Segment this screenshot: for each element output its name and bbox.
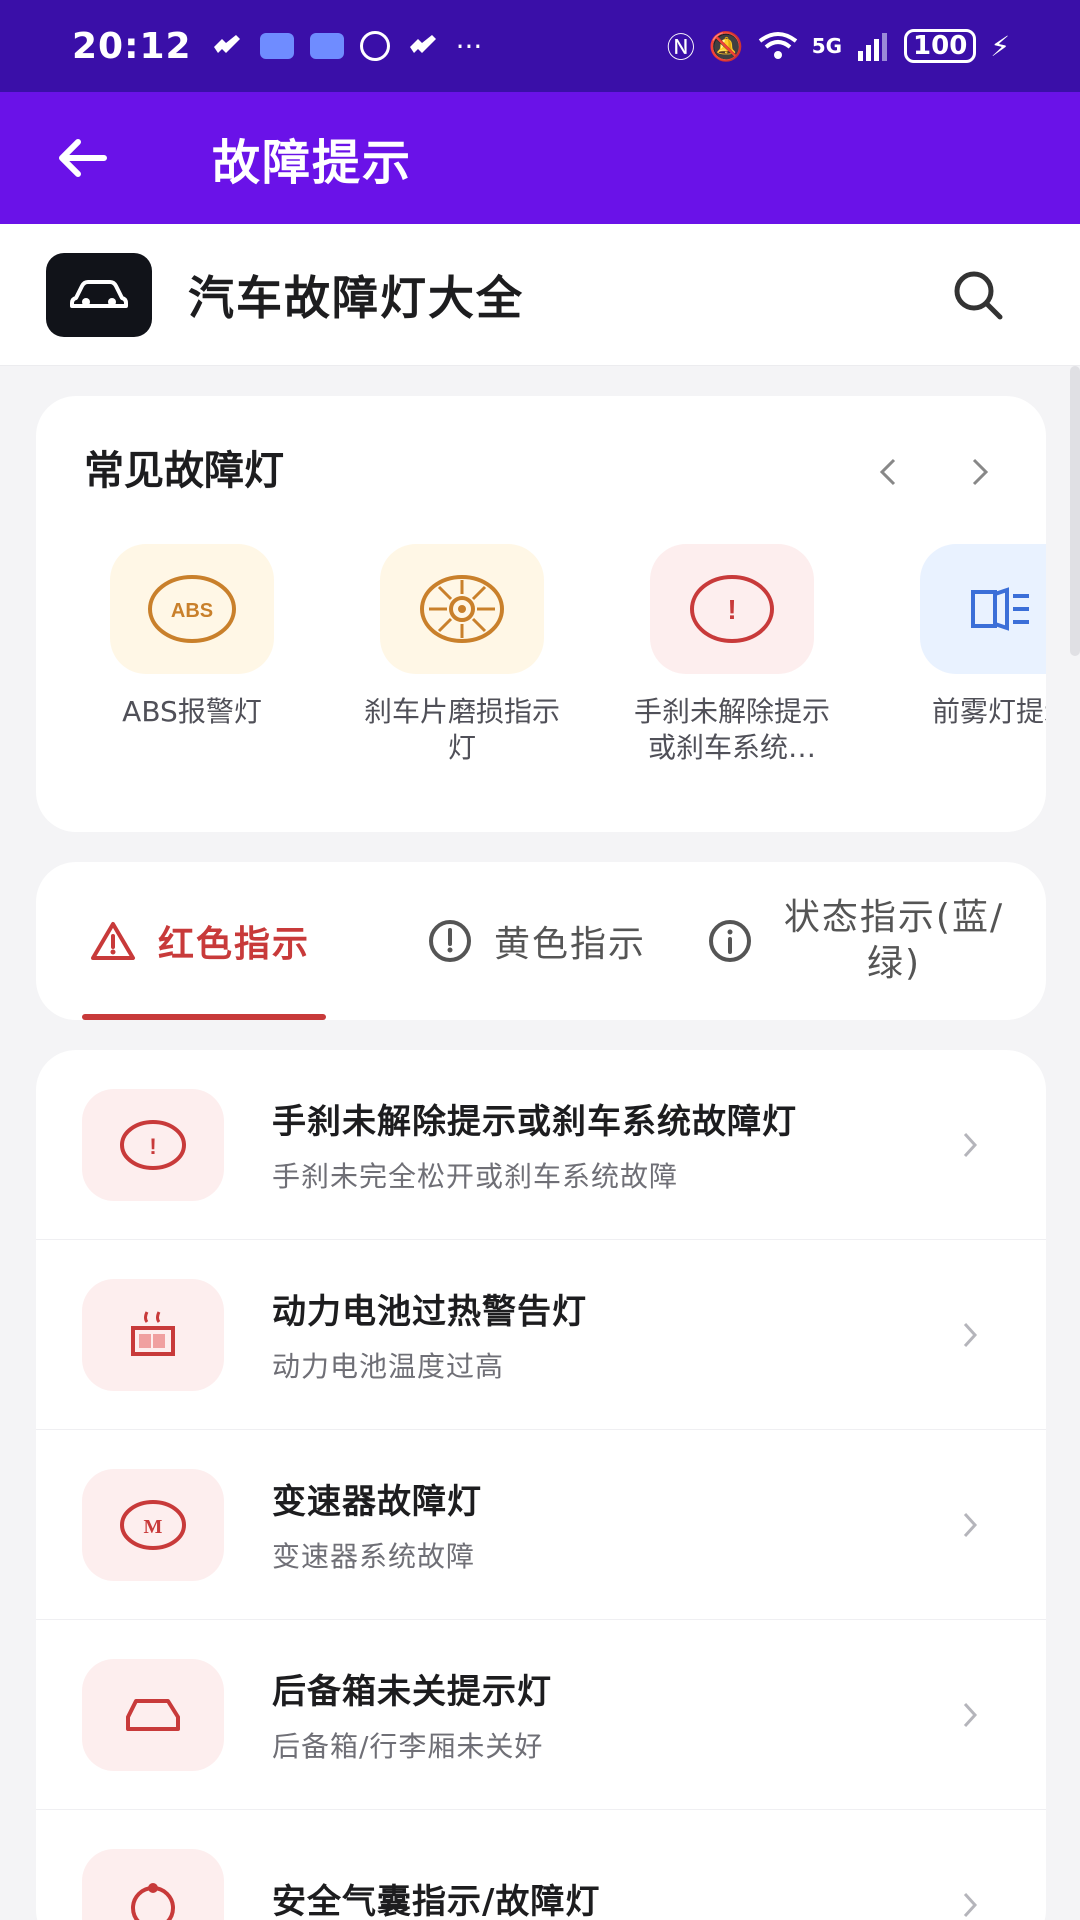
scrollbar[interactable]	[1070, 366, 1080, 656]
app-notification-icon	[409, 35, 436, 53]
chevron-right-icon	[950, 1885, 990, 1920]
fault-list: ! 手刹未解除提示或刹车系统故障灯 手刹未完全松开或刹车系统故障 动力电池过热警…	[36, 1050, 1046, 1920]
fault-icon-tile	[82, 1278, 224, 1391]
back-button[interactable]	[32, 108, 132, 208]
site-header: 汽车故障灯大全	[0, 224, 1080, 366]
trunk-icon	[126, 1698, 180, 1731]
tab-red[interactable]: 红色指示	[90, 862, 310, 1020]
message-icon	[309, 33, 344, 59]
search-icon	[954, 271, 1003, 319]
exclamation-circle-icon	[429, 920, 471, 962]
status-bar: 20:12 ··· Ⓝ 🔕 5G 100 ⚡	[0, 0, 1080, 92]
tab-label: 状态指示(蓝/绿)	[783, 897, 1005, 984]
warning-triangle-icon	[91, 922, 135, 960]
battery-indicator: 100	[904, 29, 977, 63]
abs-icon: ABS	[148, 575, 236, 643]
network-type: 5G	[811, 34, 843, 58]
common-item-label: 刹车片磨损指示灯	[363, 695, 560, 764]
list-item[interactable]: M 变速器故障灯 变速器系统故障	[36, 1430, 1046, 1620]
message-icon	[259, 33, 294, 59]
list-item[interactable]: 动力电池过热警告灯 动力电池温度过高	[36, 1240, 1046, 1430]
tab-label: 红色指示	[158, 924, 311, 965]
common-icon-tile	[920, 544, 1046, 674]
arrow-left-icon	[59, 139, 107, 177]
chevron-right-icon	[950, 1125, 990, 1165]
status-time: 20:12	[72, 25, 192, 67]
common-item-abs[interactable]: ABS ABS报警灯	[82, 544, 302, 766]
chevron-left-icon	[879, 458, 896, 486]
nfc-icon: Ⓝ	[666, 31, 695, 64]
common-icon-tile	[380, 544, 544, 674]
notification-icons: ···	[210, 29, 483, 63]
more-notifications-icon: ···	[455, 29, 483, 63]
svg-text:!: !	[149, 1134, 156, 1159]
common-faults-card: 常见故障灯 ABS ABS报警灯 刹车片磨损指示灯 ! 手刹未解除提示或刹车系统…	[36, 396, 1046, 832]
app-logo	[46, 252, 152, 337]
search-button[interactable]	[942, 259, 1014, 331]
tab-label: 黄色指示	[494, 924, 647, 965]
common-item-label: 前雾灯提示	[931, 695, 1046, 728]
airbag-icon	[131, 1882, 175, 1920]
wifi-icon	[758, 32, 797, 59]
chevron-right-icon	[950, 1695, 990, 1735]
tab-status[interactable]: 状态指示(蓝/绿)	[708, 862, 1014, 1020]
fault-description: 手刹未完全松开或刹车系统故障	[272, 1160, 679, 1193]
fault-icon-tile	[82, 1658, 224, 1771]
fault-title: 变速器故障灯	[272, 1482, 482, 1522]
fault-title: 后备箱未关提示灯	[272, 1672, 552, 1712]
page-title: 故障提示	[212, 135, 413, 191]
list-item[interactable]: 后备箱未关提示灯 后备箱/行李厢未关好	[36, 1620, 1046, 1810]
site-title: 汽车故障灯大全	[188, 270, 524, 325]
svg-text:!: !	[727, 594, 736, 625]
chevron-right-icon	[950, 1315, 990, 1355]
fault-title: 安全气囊指示/故障灯	[272, 1882, 601, 1920]
fog-light-icon	[971, 587, 1029, 631]
list-item[interactable]: 安全气囊指示/故障灯	[36, 1810, 1046, 1920]
svg-text:ABS: ABS	[171, 600, 213, 622]
brake-warning-icon: !	[120, 1119, 186, 1170]
common-item-label: 手刹未解除提示或刹车系统…	[633, 695, 830, 764]
app-notification-icon	[359, 31, 390, 61]
carousel-next-button[interactable]	[952, 444, 1008, 500]
tab-yellow[interactable]: 黄色指示	[428, 862, 646, 1020]
brake-warning-icon: !	[690, 575, 774, 643]
signal-icon	[858, 33, 888, 61]
battery-heat-icon	[131, 1310, 175, 1356]
fault-description: 后备箱/行李厢未关好	[272, 1730, 544, 1763]
fault-title: 动力电池过热警告灯	[272, 1292, 587, 1332]
common-icon-tile: ABS	[110, 544, 274, 674]
carousel-prev-button[interactable]	[860, 444, 916, 500]
fault-title: 手刹未解除提示或刹车系统故障灯	[272, 1102, 797, 1142]
common-item-brake-pad[interactable]: 刹车片磨损指示灯	[352, 544, 572, 766]
fault-icon-tile: M	[82, 1468, 224, 1581]
common-item-brake-warning[interactable]: ! 手刹未解除提示或刹车系统…	[622, 544, 842, 766]
fault-icon-tile: !	[82, 1088, 224, 1201]
fault-description: 动力电池温度过高	[272, 1350, 505, 1383]
brake-pad-icon	[420, 575, 504, 643]
car-icon	[70, 279, 128, 308]
transmission-icon: M	[120, 1499, 186, 1550]
common-item-fog-light[interactable]: 前雾灯提示	[892, 544, 1046, 766]
mute-icon: 🔕	[708, 29, 744, 63]
fault-description: 变速器系统故障	[272, 1540, 476, 1573]
charging-icon: ⚡	[990, 29, 1010, 63]
active-tab-indicator	[82, 1014, 326, 1020]
list-item[interactable]: ! 手刹未解除提示或刹车系统故障灯 手刹未完全松开或刹车系统故障	[36, 1050, 1046, 1240]
common-item-label: ABS报警灯	[122, 695, 262, 728]
svg-text:M: M	[144, 1516, 163, 1538]
app-notification-icon	[213, 35, 240, 53]
common-faults-carousel: ABS ABS报警灯 刹车片磨损指示灯 ! 手刹未解除提示或刹车系统… 前雾灯提	[82, 544, 1046, 784]
chevron-right-icon	[972, 458, 989, 486]
app-bar: 故障提示	[0, 92, 1080, 224]
common-icon-tile: !	[650, 544, 814, 674]
section-title: 常见故障灯	[84, 448, 284, 494]
chevron-right-icon	[950, 1505, 990, 1545]
info-circle-icon	[709, 920, 751, 962]
fault-icon-tile	[82, 1848, 224, 1920]
color-tabs: 红色指示 黄色指示 状态指示(蓝/绿)	[36, 862, 1046, 1020]
system-status: Ⓝ 🔕 5G 100 ⚡	[667, 26, 1010, 66]
